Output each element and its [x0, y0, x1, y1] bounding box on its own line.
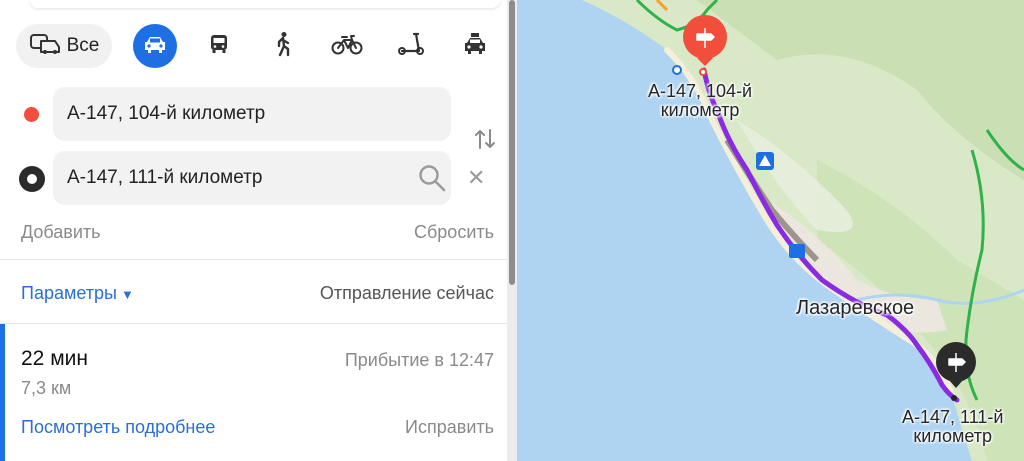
mode-all-button[interactable]: Все [16, 24, 112, 68]
map-label-end: А-147, 111-й километр [902, 408, 1003, 446]
clear-icon[interactable]: ✕ [467, 167, 485, 189]
route-fix-link[interactable]: Исправить [405, 417, 494, 438]
mode-bicycle-button[interactable] [325, 24, 369, 68]
to-field[interactable]: А-147, 111-й километр ✕ [53, 151, 485, 205]
multi-transport-icon [29, 32, 63, 61]
map-canvas [517, 0, 1024, 461]
mode-taxi-button[interactable] [453, 24, 497, 68]
bicycle-icon [331, 33, 363, 60]
map-label-town: Лазаревское [796, 297, 915, 319]
swap-points-button[interactable] [470, 126, 500, 156]
mode-bus-button[interactable] [197, 24, 241, 68]
route-panel: Все А-147, 104-й километр А-147, 111-й к… [0, 0, 507, 461]
selected-route-indicator [0, 324, 5, 461]
pedestrian-icon [272, 31, 294, 62]
bus-icon [207, 32, 231, 61]
mode-scooter-button[interactable] [389, 24, 433, 68]
taxi-icon [462, 32, 488, 61]
map-label-start-line1: А-147, 104-й [648, 81, 753, 101]
search-icon[interactable] [417, 163, 447, 198]
mode-car-button[interactable] [133, 24, 177, 68]
chevron-down-icon: ▼ [120, 287, 134, 302]
route-duration: 22 мин [21, 347, 88, 370]
end-point-marker [19, 166, 45, 192]
add-point-button[interactable]: Добавить [21, 222, 101, 243]
params-label: Параметры [21, 283, 117, 303]
map-view[interactable]: А-147, 104-й километр Лазаревское А-147,… [517, 0, 1024, 461]
scooter-icon [396, 31, 426, 62]
route-arrival-time: Прибытие в 12:47 [344, 350, 494, 370]
departure-time-button[interactable]: Отправление сейчас [320, 283, 494, 304]
divider [0, 259, 507, 260]
reset-button[interactable]: Сбросить [414, 222, 494, 243]
scrollbar-thumb[interactable] [509, 0, 515, 285]
params-dropdown[interactable]: Параметры ▼ [21, 283, 134, 304]
swap-arrows-icon [474, 128, 496, 155]
mode-all-label: Все [66, 35, 100, 56]
route-card[interactable] [0, 324, 507, 461]
car-icon [142, 34, 168, 59]
panel-top-edge [30, 0, 500, 8]
map-label-start: А-147, 104-й километр [648, 82, 752, 120]
panel-scrollbar[interactable] [507, 0, 517, 461]
route-distance: 7,3 км [21, 378, 72, 398]
to-value: А-147, 111-й километр [67, 167, 263, 188]
mode-pedestrian-button[interactable] [261, 24, 305, 68]
map-label-start-line2: километр [660, 100, 740, 120]
start-point-marker [24, 107, 39, 122]
from-value: А-147, 104-й километр [67, 103, 266, 124]
route-details-link[interactable]: Посмотреть подробнее [21, 417, 215, 438]
map-label-end-line2: километр [913, 426, 993, 446]
map-label-end-line1: А-147, 111-й [902, 407, 1004, 427]
from-field[interactable]: А-147, 104-й километр [53, 87, 451, 141]
